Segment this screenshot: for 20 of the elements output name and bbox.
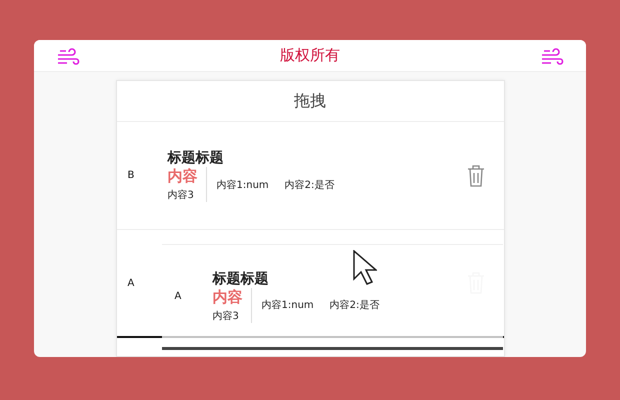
list-row[interactable]: B 标题标题 内容 内容3 内容1:num 内容2:是否: [116, 122, 504, 230]
dragged-row[interactable]: A 标题标题 内容 内容3 内容1:num 内容2:是否: [162, 244, 502, 350]
row-title: 标题标题: [168, 149, 224, 167]
row-field: 内容2:是否: [330, 298, 380, 312]
wind-icon[interactable]: [56, 46, 80, 66]
wind-icon[interactable]: [540, 46, 564, 66]
row-letter: A: [174, 290, 182, 302]
page-title: 版权所有: [280, 46, 340, 65]
trash-icon[interactable]: [466, 164, 486, 188]
row-note: 内容3: [168, 188, 194, 202]
cursor-icon: [352, 250, 376, 286]
row-field: 内容1:num: [262, 298, 314, 312]
row-highlight: 内容: [212, 288, 242, 306]
row-field: 内容1:num: [216, 178, 269, 192]
row-title: 标题标题: [212, 270, 268, 288]
row-letter: B: [128, 170, 136, 181]
row-field: 内容2:是否: [284, 178, 334, 192]
row-note: 内容3: [212, 310, 239, 322]
row-letter: A: [128, 278, 136, 288]
row-highlight: 内容: [168, 167, 198, 186]
